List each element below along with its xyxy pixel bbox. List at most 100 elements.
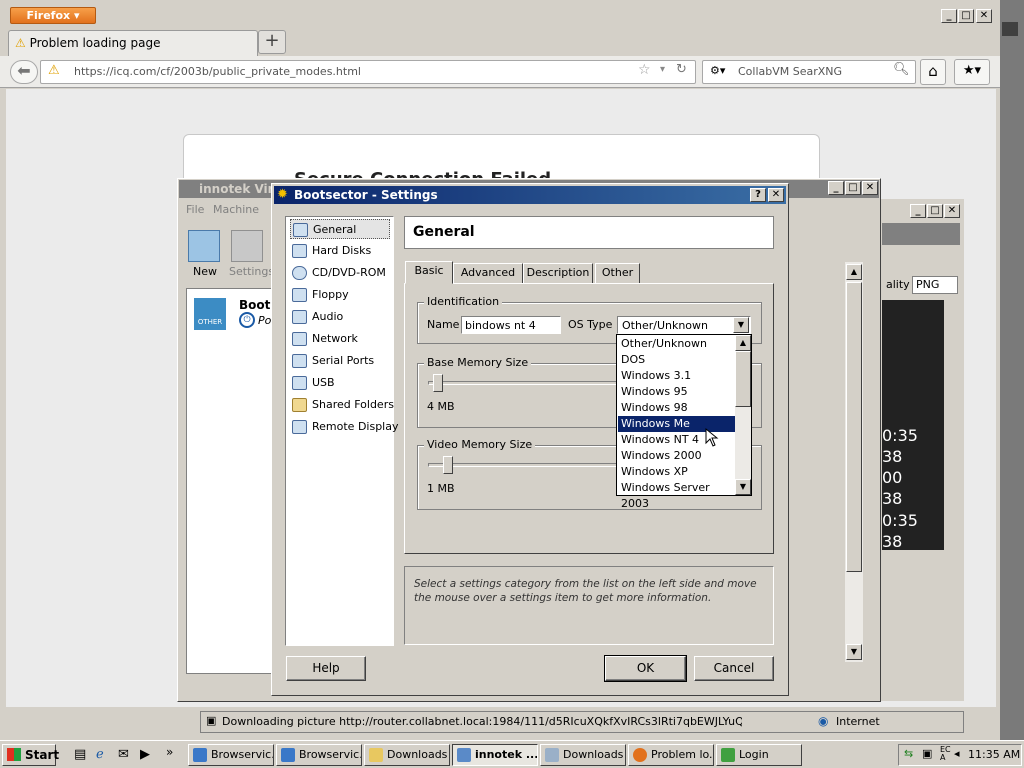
ostype-option[interactable]: Other/Unknown [618,336,735,352]
tab-other[interactable]: Other [595,263,640,284]
category-general[interactable]: General [290,219,390,239]
section-header: General [404,216,774,249]
category-audio[interactable]: Audio [290,307,390,327]
vm-state: Powered Off [258,314,272,327]
taskbar-browservice-1[interactable]: Browservic... [188,744,274,766]
search-engine-icon[interactable]: ⚙▾ [710,64,725,77]
new-button-label[interactable]: New [193,265,217,278]
menu-machine[interactable]: Machine [213,203,259,216]
ostype-option[interactable]: DOS [618,352,735,368]
maximize-button[interactable]: □ [845,181,861,195]
search-icon[interactable]: 🔍︎ [893,62,910,77]
vm-list[interactable] [186,288,272,674]
taskbar-login[interactable]: Login [716,744,802,766]
category-serial-ports[interactable]: Serial Ports [290,351,390,371]
tab-problem-loading[interactable]: ⚠ Problem loading page [8,30,258,56]
volume-icon[interactable]: ◂ [954,747,960,760]
category-cd-dvd[interactable]: CD/DVD-ROM [290,263,390,283]
ostype-option[interactable]: Windows 3.1 [618,368,735,384]
clock: 11:35 AM [968,748,1021,761]
video-memory-track [428,463,618,467]
ostype-option[interactable]: Windows 98 [618,400,735,416]
reload-icon[interactable]: ↻ [676,62,687,77]
chevron-down-icon[interactable]: ▼ [733,317,749,333]
firefox-menu-button[interactable]: Firefox ▾ [10,7,96,24]
tray-icon[interactable]: ▣ [922,747,932,760]
ostype-option[interactable]: Windows 2000 [618,448,735,464]
settings-icon[interactable] [231,230,263,262]
maximize-button[interactable]: □ [927,204,943,218]
start-button[interactable]: Start [2,744,59,766]
windows-logo-icon [7,748,21,761]
menu-file[interactable]: File [186,203,204,216]
url-text: https://icq.com/cf/2003b/public_private_… [74,65,361,78]
close-button[interactable]: ✕ [768,188,784,202]
vm-name[interactable]: Bootsector [239,298,271,312]
home-button[interactable]: ⌂ [920,59,946,85]
warning-icon: ⚠ [15,36,26,50]
ostype-select[interactable]: Other/Unknown [617,316,751,334]
taskbar-downloads-2[interactable]: Downloads [540,744,626,766]
media-icon[interactable]: ▶ [140,747,150,762]
category-usb[interactable]: USB [290,373,390,393]
category-network[interactable]: Network [290,329,390,349]
settings-button-label[interactable]: Settings [229,265,274,278]
close-button[interactable]: ✕ [862,181,878,195]
close-button[interactable]: ✕ [944,204,960,218]
language-tray-icon[interactable]: EC A [940,746,951,762]
taskbar-browservice-2[interactable]: Browservic... [276,744,362,766]
chevron-down-icon[interactable]: ▾ [660,64,665,75]
help-title-button[interactable]: ? [750,188,766,202]
scroll-thumb[interactable] [846,282,862,572]
hard-disk-icon [292,244,307,258]
minimize-button[interactable]: _ [941,9,957,23]
scroll-up-button[interactable]: ▲ [846,264,862,280]
name-input[interactable]: bindows nt 4 [461,316,561,334]
serial-port-icon [292,354,307,368]
quality-select[interactable]: PNG [912,276,958,294]
tab-description[interactable]: Description [523,263,593,284]
scroll-down-button[interactable]: ▼ [846,644,862,660]
ie-icon[interactable]: ℯ [96,747,104,762]
outlook-icon[interactable]: ✉ [118,747,129,762]
taskbar-problem-loading[interactable]: Problem lo... [628,744,714,766]
network-tray-icon[interactable]: ⇆ [904,747,913,760]
scroll-thumb[interactable] [735,351,751,407]
star-icon[interactable]: ☆ [638,62,651,78]
minimize-button[interactable]: _ [910,204,926,218]
tab-basic[interactable]: Basic [405,261,453,284]
category-floppy[interactable]: Floppy [290,285,390,305]
power-icon: ⏻ [239,312,255,328]
cancel-button[interactable]: Cancel [694,656,774,681]
back-button[interactable]: ⬅ [10,60,38,84]
maximize-button[interactable]: □ [958,9,974,23]
ostype-option[interactable]: Windows 95 [618,384,735,400]
scroll-down-button[interactable]: ▼ [735,479,751,495]
video-memory-slider[interactable] [443,456,453,474]
category-remote-display[interactable]: Remote Display [290,417,399,437]
base-memory-slider[interactable] [433,374,443,392]
close-button[interactable]: ✕ [976,9,992,23]
bookmarks-button[interactable]: ★▾ [954,59,990,85]
category-list[interactable]: General Hard Disks CD/DVD-ROM Floppy Aud… [285,216,399,646]
firefox-titlebar [0,0,1000,28]
minimize-button[interactable]: _ [828,181,844,195]
os-other-icon: OTHER [194,298,226,330]
app-icon [193,748,207,762]
chevron-right-icon[interactable]: » [166,745,173,759]
new-vm-icon[interactable] [188,230,220,262]
new-tab-button[interactable]: + [258,30,286,54]
windows-flag-icon [1002,22,1018,36]
ok-button[interactable]: OK [604,655,687,682]
category-shared-folders[interactable]: Shared Folders [290,395,394,415]
scroll-up-button[interactable]: ▲ [735,335,751,351]
ostype-option[interactable]: Windows XP [618,464,735,480]
show-desktop-icon[interactable]: ▤ [74,747,86,762]
ostype-option[interactable]: Windows Server 2003 [618,480,735,510]
taskbar-downloads-1[interactable]: Downloads [364,744,450,766]
help-button[interactable]: Help [286,656,366,681]
tab-advanced[interactable]: Advanced [453,263,523,284]
category-hard-disks[interactable]: Hard Disks [290,241,390,261]
taskbar-innotek[interactable]: innotek ... [452,744,538,766]
status-text: Downloading picture http://router.collab… [222,715,742,728]
